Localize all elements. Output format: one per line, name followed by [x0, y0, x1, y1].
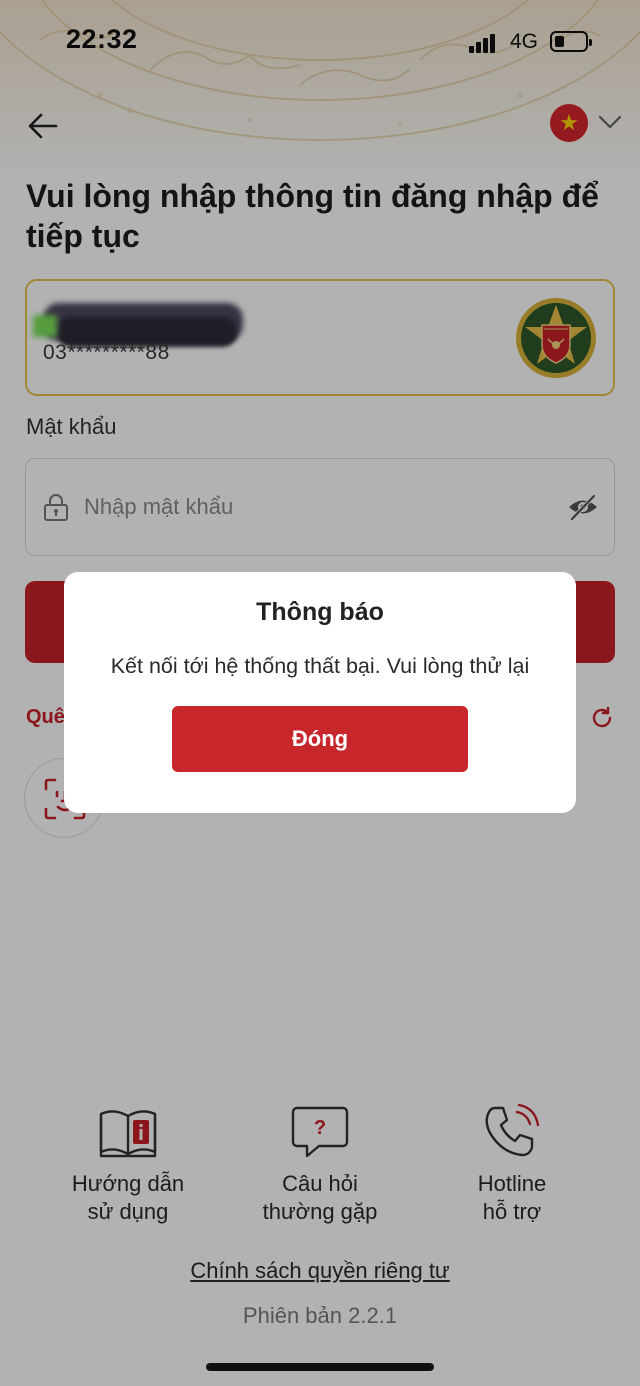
dialog-message: Kết nối tới hệ thống thất bại. Vui lòng … [110, 654, 530, 678]
login-screen: 22:32 4G ★ Vui lòng nhập thông tin đăng … [0, 0, 640, 1386]
dialog-title: Thông báo [256, 598, 384, 626]
close-button[interactable]: Đóng [172, 706, 468, 772]
home-indicator[interactable] [206, 1363, 434, 1371]
notification-dialog: Thông báo Kết nối tới hệ thống thất bại.… [64, 572, 576, 813]
